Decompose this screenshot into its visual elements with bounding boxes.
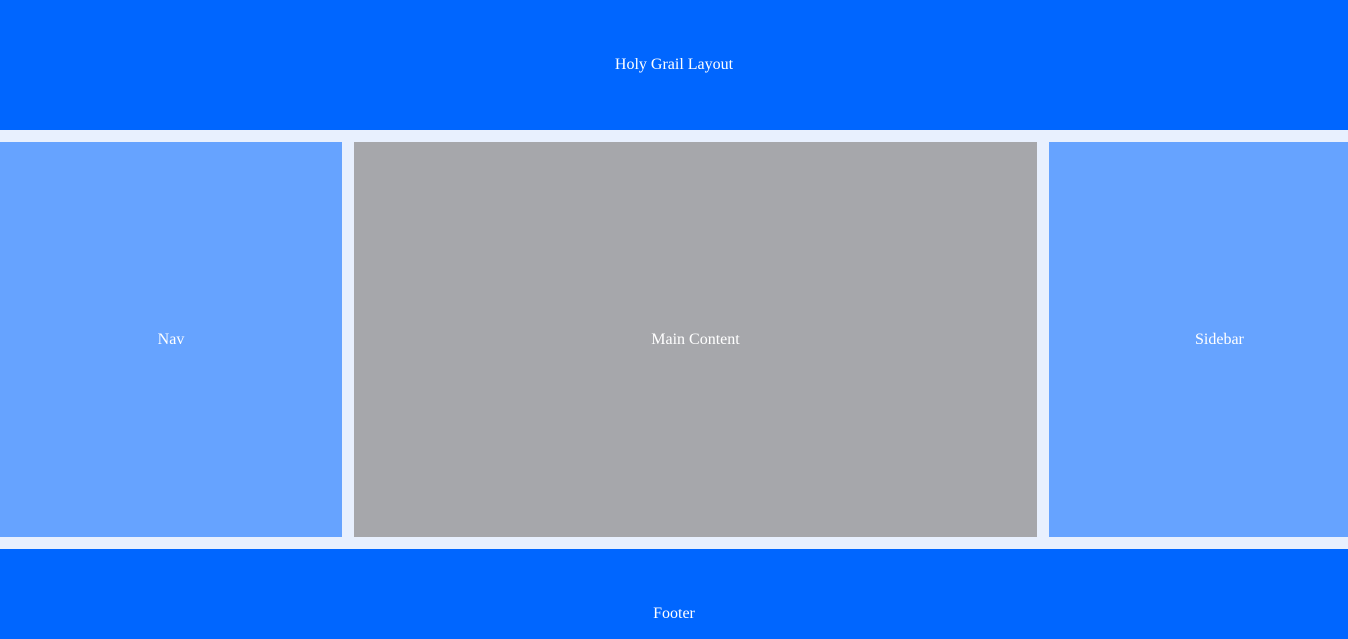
sidebar-label: Sidebar xyxy=(1195,330,1244,348)
page: Holy Grail Layout Nav Main Content Sideb… xyxy=(0,0,1348,639)
page-title: Holy Grail Layout xyxy=(614,56,734,73)
nav-label: Nav xyxy=(157,330,185,348)
header: Holy Grail Layout xyxy=(0,0,1348,130)
footer: Footer xyxy=(0,549,1348,639)
nav-panel: Nav xyxy=(0,142,342,537)
main-content-label: Main Content xyxy=(651,330,740,348)
footer-label: Footer xyxy=(653,605,695,622)
sidebar-panel: Sidebar xyxy=(1049,142,1348,537)
main-content-panel: Main Content xyxy=(354,142,1037,537)
